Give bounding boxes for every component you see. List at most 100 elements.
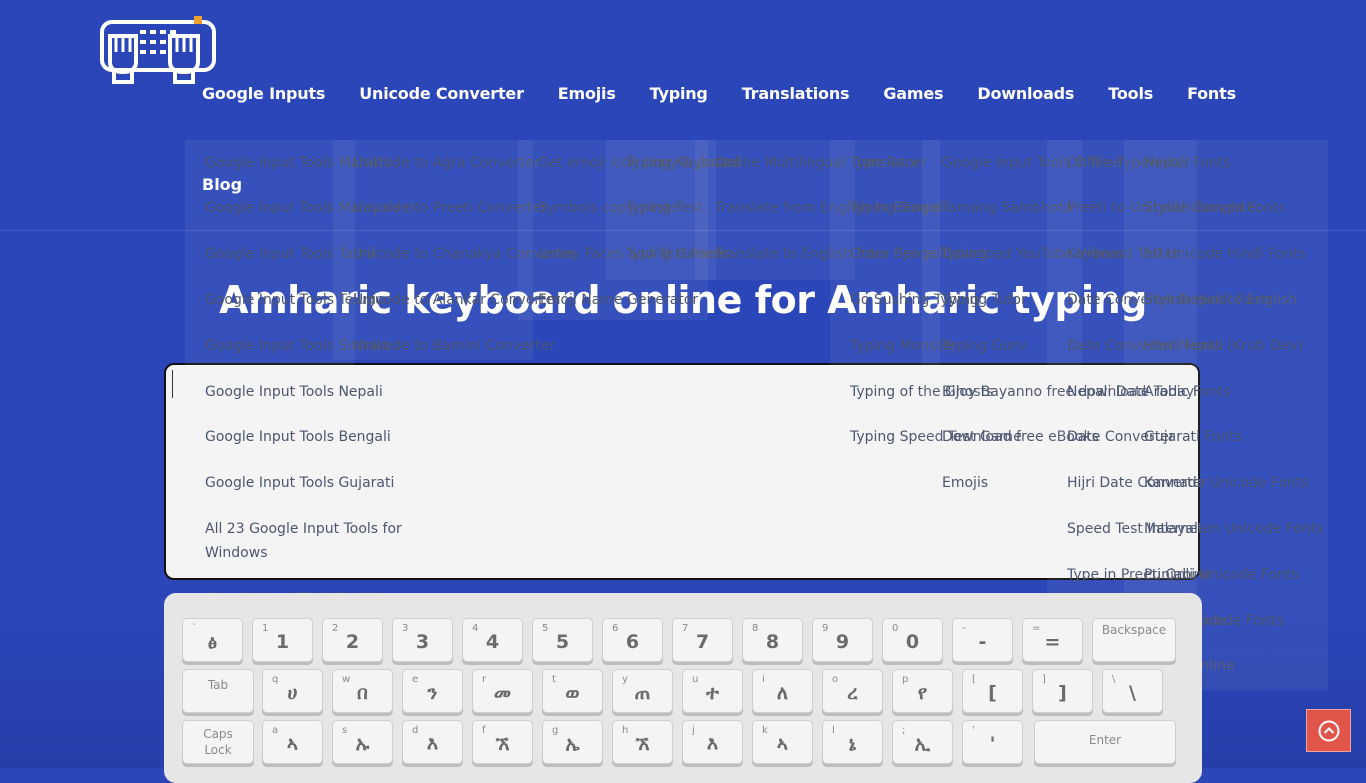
key[interactable]: 99 — [812, 618, 873, 662]
key[interactable]: [[ — [962, 669, 1023, 713]
menu-unicode-converter: Unicode to Agra Converter Unicode to Pre… — [333, 140, 576, 360]
key[interactable]: ` ፅ — [182, 618, 243, 662]
key-main-label: 9 — [835, 631, 850, 653]
caps-lock-key[interactable]: Caps Lock — [182, 720, 254, 764]
key-main-label: እ — [426, 733, 439, 755]
menu-item[interactable]: Google Input Tools Gujarati — [205, 471, 394, 495]
enter-label: Enter — [1088, 733, 1122, 747]
key[interactable]: 00 — [882, 618, 943, 662]
tab-key[interactable]: Tab — [182, 669, 254, 713]
scroll-to-top-button[interactable] — [1306, 709, 1351, 752]
key[interactable]: yጠ — [612, 669, 673, 713]
key-main-label: - — [978, 631, 987, 653]
menu-item[interactable]: Unicode to Agra Converter — [353, 151, 540, 175]
caps-label: Caps — [203, 727, 233, 741]
key-main-label: 1 — [275, 631, 290, 653]
key[interactable]: \ \ — [1102, 669, 1163, 713]
key-main-label: ጠ — [634, 682, 651, 704]
key[interactable]: kኣ — [752, 720, 813, 764]
menu-item[interactable]: Malayalam Unicode Fonts — [1144, 517, 1324, 541]
menu-item[interactable]: Windows — [205, 541, 268, 565]
key-main-label: ተ — [706, 682, 719, 704]
chevron-up-circle-icon — [1318, 720, 1340, 742]
key-main-label: ሀ — [287, 682, 298, 704]
backspace-key[interactable]: Backspace — [1092, 618, 1176, 662]
menu-item[interactable]: Punjabi Unicode Fonts — [1144, 563, 1299, 587]
menu-item[interactable]: Kannada Unicode Fonts — [1144, 471, 1309, 495]
key-main-label: 2 — [345, 631, 360, 653]
key-main-label: \ — [1129, 682, 1136, 704]
key[interactable]: 77 — [672, 618, 733, 662]
key-main-label: ኧ — [635, 733, 650, 755]
key[interactable]: uተ — [682, 669, 743, 713]
menu-item[interactable]: Unicode to Bamini Converter — [353, 334, 555, 358]
menu-item[interactable]: Nepali Fonts — [1144, 151, 1231, 175]
key[interactable]: jእ — [682, 720, 743, 764]
key-main-label: 3 — [415, 631, 430, 653]
key-main-label: 7 — [695, 631, 710, 653]
key[interactable]: ; ኢ — [892, 720, 953, 764]
key[interactable]: hኧ — [612, 720, 673, 764]
key[interactable]: iለ — [752, 669, 813, 713]
key-main-label: ኣ — [286, 733, 299, 755]
lock-label: Lock — [204, 743, 232, 757]
menu-item[interactable]: Google Input Tools Bengali — [205, 425, 391, 449]
key[interactable]: eን — [402, 669, 463, 713]
key[interactable]: oረ — [822, 669, 883, 713]
key[interactable]: 88 — [742, 618, 803, 662]
key-main-label: መ — [493, 682, 512, 704]
menu-item[interactable]: All 23 Google Input Tools for — [205, 517, 402, 541]
menu-item[interactable]: Typing Guru — [942, 334, 1026, 358]
key[interactable]: qሀ — [262, 669, 323, 713]
key[interactable]: fኧ — [472, 720, 533, 764]
menu-item[interactable]: Stylish Hindi Fonts — [1144, 288, 1273, 312]
key-main-label: ን — [427, 682, 438, 704]
key[interactable]: gኤ — [542, 720, 603, 764]
key[interactable]: ]] — [1032, 669, 1093, 713]
key-main-label: ወ — [565, 682, 580, 704]
key[interactable]: wበ — [332, 669, 393, 713]
tab-label: Tab — [207, 678, 229, 692]
menu-item[interactable]: Emojis — [942, 471, 988, 495]
menu-item[interactable]: Gujarati Fonts — [1144, 425, 1242, 449]
menu-item[interactable]: Hindi Fonts (Kruti Dev) — [1144, 334, 1303, 358]
key-main-label: ረ — [847, 682, 858, 704]
key-main-label: [ — [988, 682, 997, 704]
menu-item[interactable]: 50 Unicode Hindi Fonts — [1144, 242, 1306, 266]
menu-item[interactable]: Google Input Tools Nepali — [205, 380, 383, 404]
menu-item[interactable]: Typing Tutor — [942, 288, 1027, 312]
key-main-label: ] — [1058, 682, 1067, 704]
key-main-label: 0 — [905, 631, 920, 653]
key[interactable]: ' ' — [962, 720, 1023, 764]
key-main-label: 5 — [555, 631, 570, 653]
key-main-label: 8 — [765, 631, 780, 653]
menu-item[interactable]: Type Racer — [850, 151, 927, 175]
key[interactable]: = = — [1022, 618, 1083, 662]
key[interactable]: lኔ — [822, 720, 883, 764]
key[interactable]: pየ — [892, 669, 953, 713]
key-main-label: የ — [917, 682, 928, 704]
menu-item[interactable]: Stylish Bangla Fonts — [1144, 196, 1286, 220]
key[interactable]: aኣ — [262, 720, 323, 764]
key[interactable]: 66 — [602, 618, 663, 662]
menu-item[interactable]: Typing Test — [626, 196, 703, 220]
key-main-label: ኣ — [776, 733, 789, 755]
key[interactable]: rመ — [472, 669, 533, 713]
menu-item[interactable]: Emoji Name Generator — [538, 288, 698, 312]
key-main-label: ኢ — [914, 733, 931, 755]
key[interactable]: -- — [952, 618, 1013, 662]
key-main-label: ኔ — [848, 733, 857, 755]
key-main-label: እ — [706, 733, 719, 755]
key-main-label: ፅ — [207, 631, 218, 653]
key[interactable]: 11 — [252, 618, 313, 662]
key[interactable]: dእ — [402, 720, 463, 764]
key[interactable]: 22 — [322, 618, 383, 662]
key[interactable]: 55 — [532, 618, 593, 662]
key[interactable]: 44 — [462, 618, 523, 662]
key[interactable]: tወ — [542, 669, 603, 713]
enter-key[interactable]: Enter — [1034, 720, 1176, 764]
key[interactable]: 33 — [392, 618, 453, 662]
key[interactable]: sኡ — [332, 720, 393, 764]
menu-item[interactable]: Arabic Fonts — [1144, 380, 1231, 404]
key-main-label: 6 — [625, 631, 640, 653]
